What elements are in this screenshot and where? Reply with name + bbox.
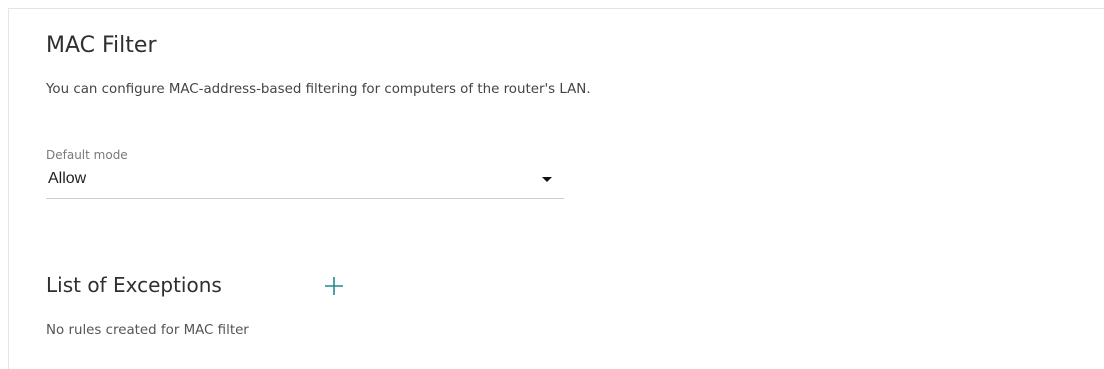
- page-title: MAC Filter: [46, 33, 157, 58]
- add-exception-button[interactable]: [322, 274, 346, 298]
- plus-icon: [325, 277, 343, 295]
- mac-filter-panel: MAC Filter You can configure MAC-address…: [8, 8, 1104, 369]
- page-description: You can configure MAC-address-based filt…: [46, 82, 591, 97]
- chevron-down-icon: [542, 177, 552, 182]
- empty-rules-message: No rules created for MAC filter: [46, 323, 249, 338]
- default-mode-label: Default mode: [46, 148, 128, 162]
- default-mode-select[interactable]: Allow: [46, 169, 564, 199]
- default-mode-value: Allow: [48, 170, 87, 187]
- exceptions-title: List of Exceptions: [46, 273, 222, 297]
